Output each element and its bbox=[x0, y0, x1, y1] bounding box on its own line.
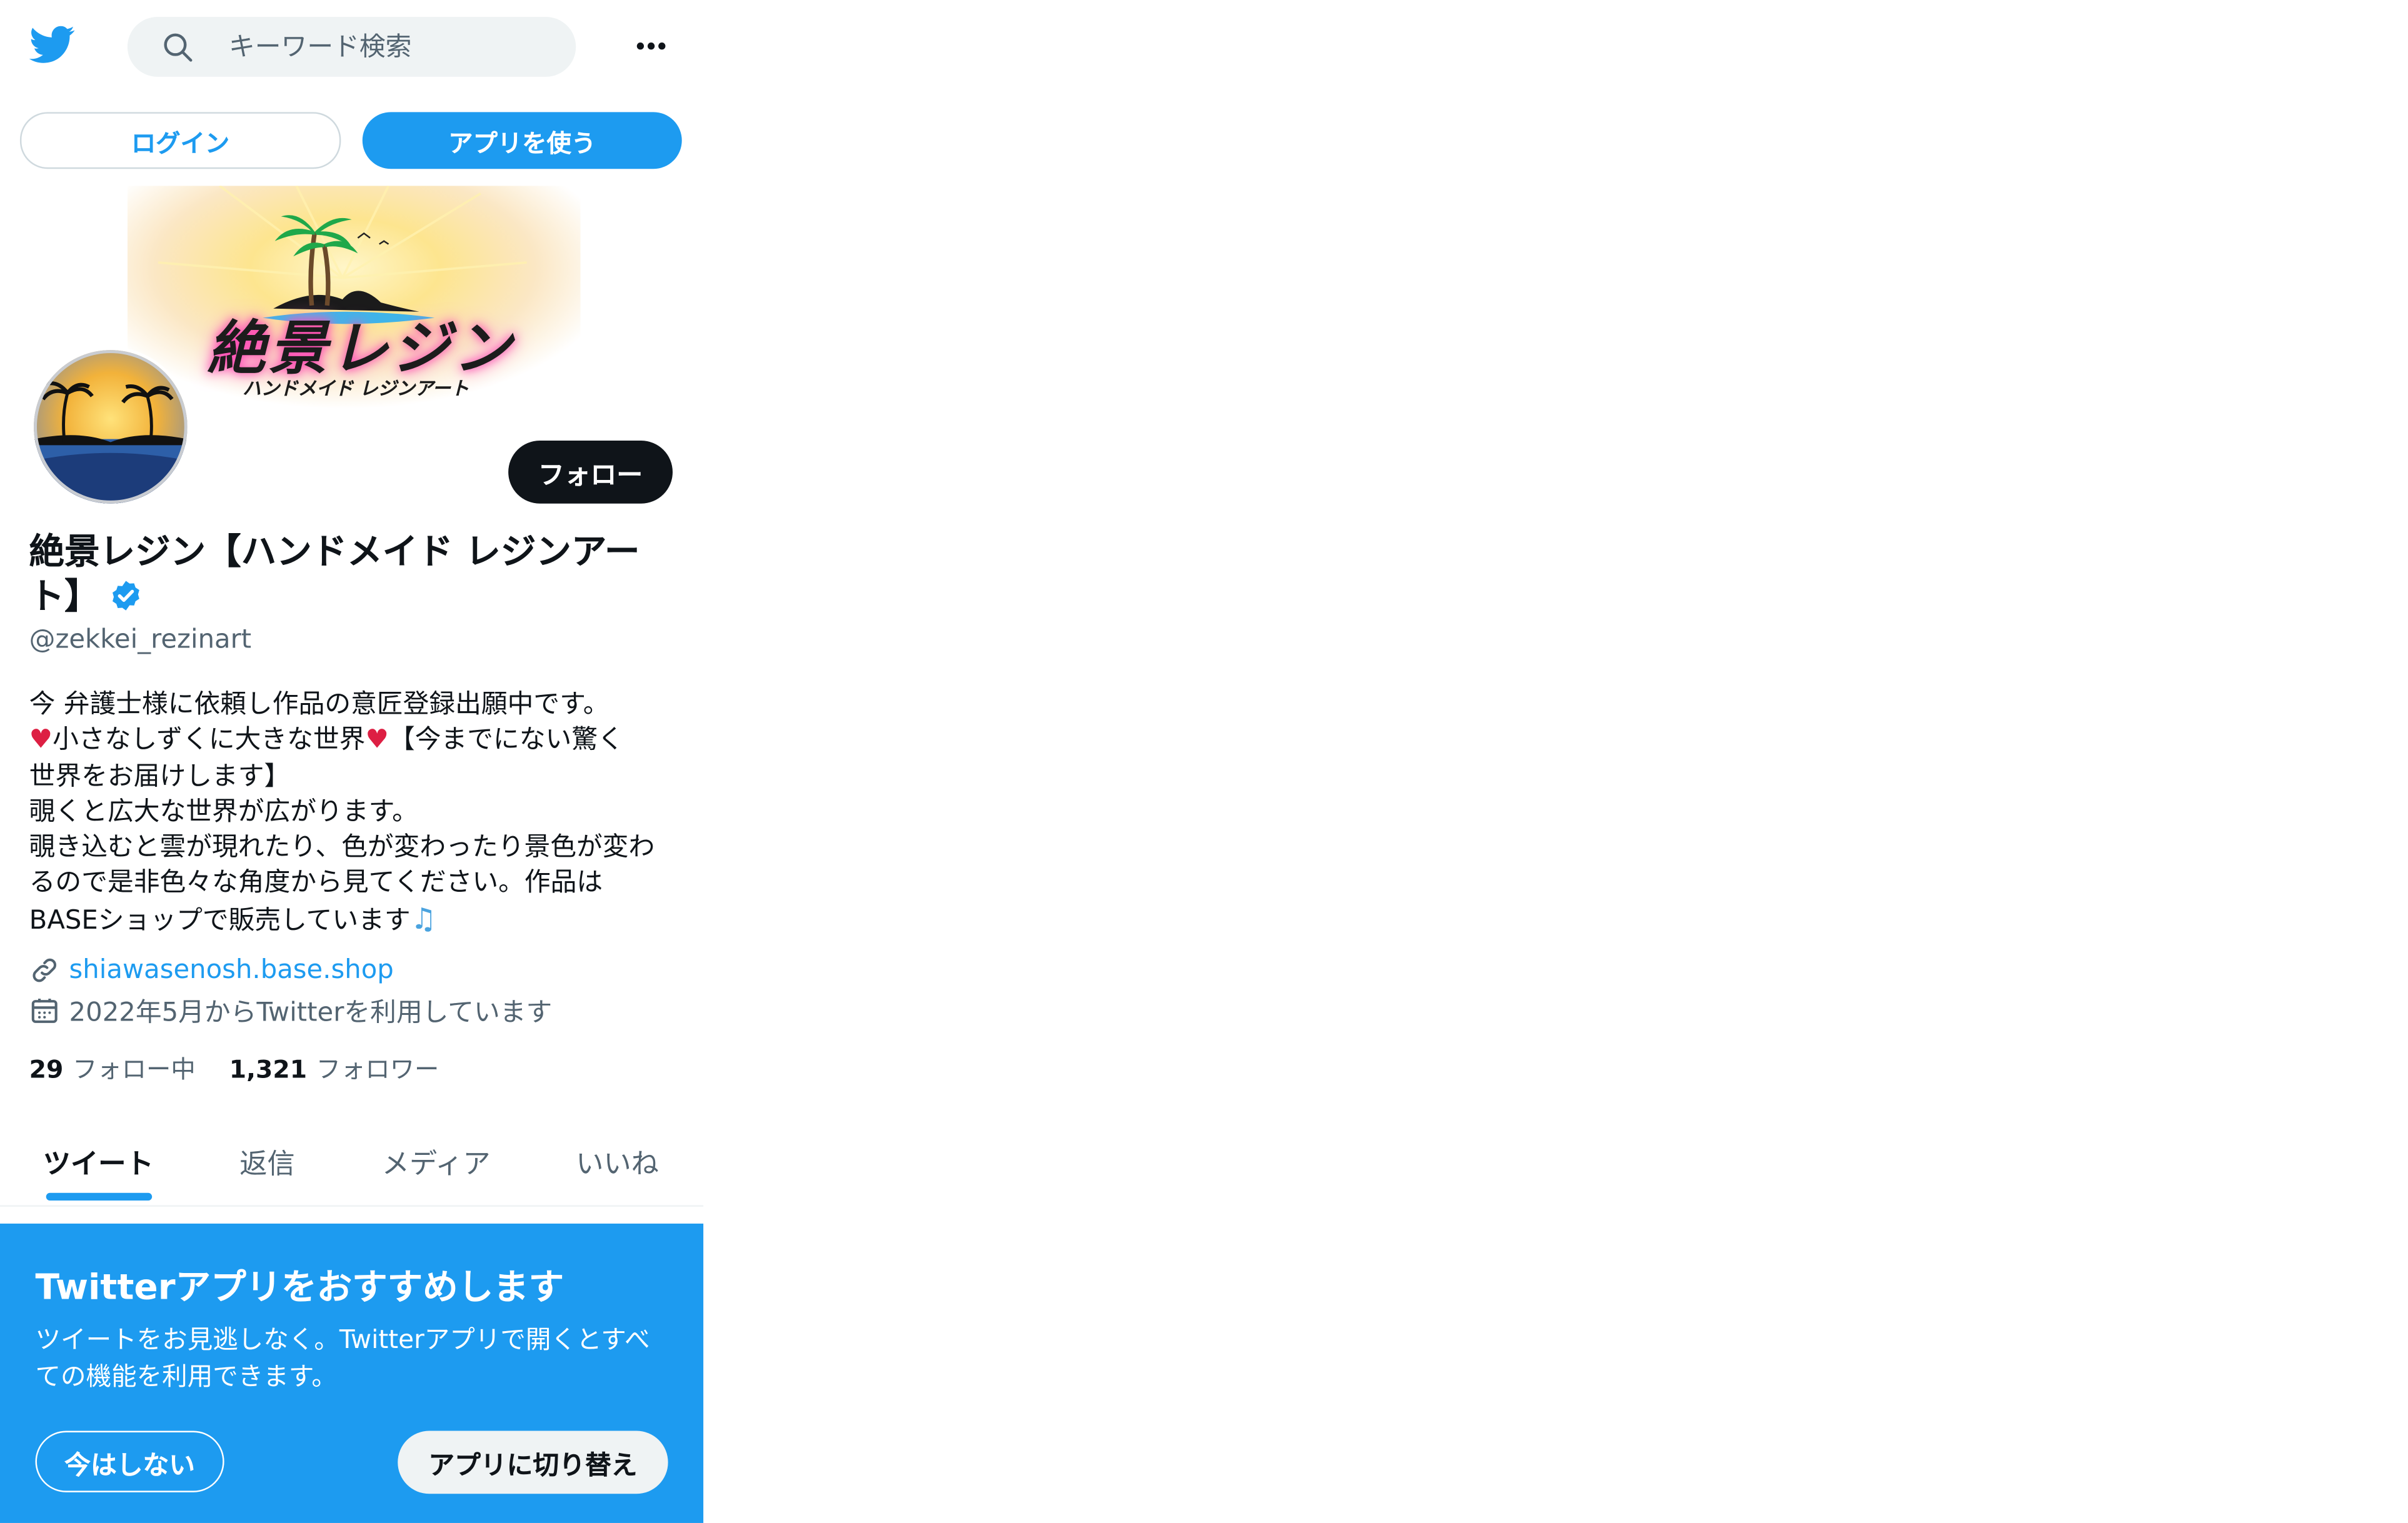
follow-button[interactable]: フォロー bbox=[508, 441, 673, 504]
bio-line: ♥小さなしずくに大きな世界♥【今までにない驚く bbox=[29, 724, 675, 759]
profile-bio: 今 弁護士様に依頼し作品の意匠登録出願中です。 ♥小さなしずくに大きな世界♥【今… bbox=[29, 688, 675, 940]
profile-handle: @zekkei_rezinart bbox=[29, 624, 252, 656]
bio-line: 覗き込むと雲が現れたり、色が変わったり景色が変わ bbox=[29, 832, 655, 864]
heart-icon: ♥ bbox=[365, 725, 389, 756]
avatar[interactable] bbox=[31, 347, 191, 507]
heart-icon: ♥ bbox=[29, 725, 53, 756]
bio-line: BASEショップで販売しています♫ bbox=[29, 902, 675, 940]
bio-line: 世界をお届けします】 bbox=[29, 761, 291, 792]
music-note-icon: ♫ bbox=[410, 902, 437, 936]
joined-date: 2022年5月からTwitterを利用しています bbox=[69, 997, 553, 1029]
link-icon bbox=[33, 958, 57, 982]
promo-text: ツイートをお見逃しなく。Twitterアプリで開くとすべての機能を利用できます。 bbox=[35, 1325, 650, 1391]
app-promo-banner: Twitterアプリをおすすめします ツイートをお見逃しなく。Twitterアプ… bbox=[0, 1223, 704, 1523]
not-now-button[interactable]: 今はしない bbox=[35, 1431, 224, 1492]
followers-label: フォロワー bbox=[316, 1054, 439, 1084]
banner-subtitle: ハンドメイド レジンアート bbox=[243, 377, 469, 399]
tab-likes[interactable]: いいね bbox=[562, 1117, 673, 1205]
use-app-button[interactable]: アプリを使う bbox=[362, 112, 682, 169]
banner-title: 絶景レジン bbox=[207, 313, 514, 382]
more-icon[interactable] bbox=[626, 27, 676, 64]
search-input[interactable] bbox=[229, 31, 536, 62]
profile-display-name: 絶景レジン【ハンドメイド レジンアート】 bbox=[29, 531, 675, 620]
active-tab-indicator bbox=[46, 1192, 153, 1201]
calendar-icon bbox=[31, 997, 58, 1022]
profile-joined-row: 2022年5月からTwitterを利用しています bbox=[29, 991, 553, 1029]
following-label: フォロー中 bbox=[73, 1054, 196, 1084]
bio-line: 今 弁護士様に依頼し作品の意匠登録出願中です。 bbox=[29, 689, 610, 721]
bio-line: 覗くと広大な世界が広がります。 bbox=[29, 796, 418, 827]
profile-website-link[interactable]: shiawasenosh.base.shop bbox=[69, 955, 394, 986]
profile-website-row: shiawasenosh.base.shop bbox=[29, 955, 394, 986]
bio-text: 小さなしずくに大きな世界 bbox=[53, 725, 366, 756]
bio-text: BASEショップで販売しています bbox=[29, 905, 411, 936]
following-count: 29 bbox=[29, 1054, 64, 1084]
follow-stats: 29 フォロー中 1,321 フォロワー bbox=[29, 1049, 439, 1086]
promo-title: Twitterアプリをおすすめします bbox=[35, 1268, 564, 1309]
search-icon bbox=[164, 32, 193, 61]
login-button[interactable]: ログイン bbox=[19, 112, 341, 169]
tab-media[interactable]: メディア bbox=[369, 1117, 504, 1205]
tab-replies[interactable]: 返信 bbox=[215, 1117, 319, 1205]
following-link[interactable]: 29 フォロー中 bbox=[29, 1055, 196, 1084]
tab-tweets[interactable]: ツイート bbox=[28, 1117, 169, 1205]
twitter-logo-icon[interactable] bbox=[28, 21, 77, 67]
followers-count: 1,321 bbox=[229, 1054, 308, 1084]
followers-link[interactable]: 1,321 フォロワー bbox=[229, 1055, 439, 1084]
bio-line: るので是非色々な角度から見てください。作品は bbox=[29, 868, 603, 899]
bio-text: 【今までにない驚く bbox=[388, 725, 624, 756]
verified-badge-icon bbox=[113, 581, 139, 611]
switch-to-app-button[interactable]: アプリに切り替え bbox=[398, 1431, 668, 1494]
search-bar[interactable] bbox=[127, 17, 576, 77]
